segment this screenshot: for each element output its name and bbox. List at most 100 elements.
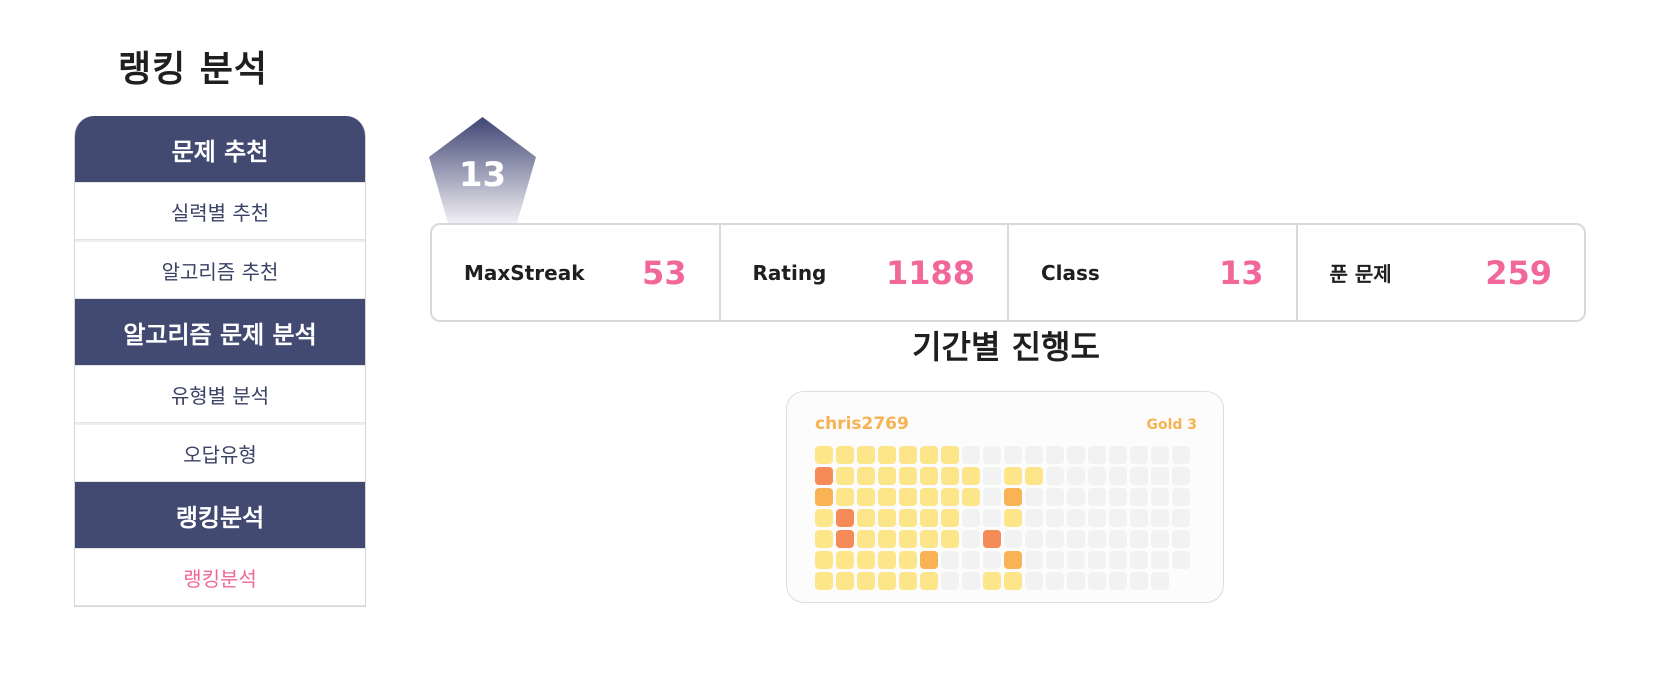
heatmap-cell bbox=[1130, 551, 1148, 569]
heatmap-cell bbox=[1025, 446, 1043, 464]
heatmap-cell bbox=[1172, 551, 1190, 569]
sidebar-header-problem-recommend: 문제 추천 bbox=[75, 116, 365, 182]
heatmap-cell bbox=[941, 530, 959, 548]
heatmap-cell bbox=[1151, 572, 1169, 590]
heatmap-cell bbox=[962, 446, 980, 464]
heatmap-cell bbox=[815, 488, 833, 506]
heatmap-cell bbox=[899, 446, 917, 464]
heatmap-cell bbox=[1004, 509, 1022, 527]
heatmap-cell bbox=[1151, 509, 1169, 527]
heatmap-cell bbox=[1088, 446, 1106, 464]
sidebar-item-algorithm-recommend[interactable]: 알고리즘 추천 bbox=[75, 240, 365, 299]
page-title: 랭킹 분석 bbox=[118, 49, 269, 90]
stat-label: Class bbox=[1041, 260, 1100, 285]
heatmap-cell bbox=[941, 488, 959, 506]
heatmap-cell bbox=[1130, 488, 1148, 506]
heatmap-cell bbox=[962, 572, 980, 590]
stat-value: 259 bbox=[1485, 253, 1552, 292]
heatmap-cell bbox=[1172, 530, 1190, 548]
heatmap-cell bbox=[815, 467, 833, 485]
heatmap-cell bbox=[941, 446, 959, 464]
stat-solved-problems: 푼 문제 259 bbox=[1298, 225, 1585, 320]
heatmap-cell bbox=[878, 530, 896, 548]
sidebar-header-ranking-analysis: 랭킹분석 bbox=[75, 482, 365, 548]
heatmap-cell bbox=[1109, 551, 1127, 569]
heatmap-cell bbox=[1109, 467, 1127, 485]
heatmap-cell bbox=[878, 572, 896, 590]
heatmap-cell bbox=[878, 488, 896, 506]
heatmap-cell bbox=[878, 509, 896, 527]
heatmap-cell bbox=[920, 446, 938, 464]
heatmap-cell bbox=[941, 551, 959, 569]
stat-value: 13 bbox=[1218, 253, 1264, 292]
heatmap-cell bbox=[1109, 509, 1127, 527]
heatmap-cell bbox=[857, 551, 875, 569]
heatmap-cell bbox=[899, 572, 917, 590]
stat-label: Rating bbox=[752, 260, 827, 285]
heatmap-cell bbox=[815, 530, 833, 548]
heatmap-cell bbox=[1172, 467, 1190, 485]
heatmap-cell bbox=[1088, 488, 1106, 506]
heatmap-cell bbox=[920, 551, 938, 569]
sidebar-item-skill-recommend[interactable]: 실력별 추천 bbox=[75, 182, 365, 240]
heatmap-cell bbox=[983, 530, 1001, 548]
heatmap-cell bbox=[1130, 572, 1148, 590]
stat-label: MaxStreak bbox=[464, 260, 585, 285]
heatmap-cell bbox=[836, 572, 854, 590]
heatmap-cell bbox=[1067, 572, 1085, 590]
heatmap-cell bbox=[857, 530, 875, 548]
heatmap-cell bbox=[1067, 509, 1085, 527]
heatmap-cell bbox=[1109, 572, 1127, 590]
heatmap-cell bbox=[1046, 446, 1064, 464]
heatmap-cell bbox=[1109, 530, 1127, 548]
sidebar-item-ranking-analysis[interactable]: 랭킹분석 bbox=[75, 548, 365, 606]
heatmap-cell bbox=[857, 488, 875, 506]
stat-rating: Rating 1188 bbox=[721, 225, 1009, 320]
heatmap-cell bbox=[1046, 467, 1064, 485]
heatmap-cell bbox=[815, 572, 833, 590]
stats-bar: MaxStreak 53 Rating 1188 Class 13 푼 문제 2… bbox=[430, 223, 1586, 322]
heatmap-cell bbox=[962, 551, 980, 569]
heatmap-cell bbox=[1046, 509, 1064, 527]
progress-card: chris2769 Gold 3 bbox=[786, 391, 1224, 603]
heatmap-cell bbox=[899, 509, 917, 527]
heatmap-cell bbox=[1004, 488, 1022, 506]
heatmap-cell bbox=[878, 467, 896, 485]
heatmap-cell bbox=[1130, 446, 1148, 464]
heatmap-cell bbox=[1088, 509, 1106, 527]
heatmap-cell bbox=[1067, 446, 1085, 464]
heatmap-cell bbox=[920, 488, 938, 506]
heatmap-cell bbox=[1067, 530, 1085, 548]
sidebar-item-type-analysis[interactable]: 유형별 분석 bbox=[75, 365, 365, 423]
heatmap-cell bbox=[1004, 551, 1022, 569]
heatmap-cell bbox=[1130, 467, 1148, 485]
heatmap-cell bbox=[815, 446, 833, 464]
card-username: chris2769 bbox=[815, 414, 909, 434]
heatmap-cell bbox=[836, 530, 854, 548]
heatmap-cell bbox=[962, 488, 980, 506]
heatmap-cell bbox=[899, 467, 917, 485]
heatmap-cell bbox=[1004, 446, 1022, 464]
heatmap-cell bbox=[878, 446, 896, 464]
heatmap-cell bbox=[1067, 467, 1085, 485]
heatmap-cell bbox=[1109, 488, 1127, 506]
heatmap-cell bbox=[1046, 530, 1064, 548]
sidebar-item-wrong-answer-type[interactable]: 오답유형 bbox=[75, 423, 365, 482]
heatmap-cell bbox=[920, 530, 938, 548]
stat-value: 53 bbox=[641, 253, 687, 292]
heatmap-cell bbox=[899, 551, 917, 569]
heatmap-cell bbox=[857, 572, 875, 590]
class-badge-value: 13 bbox=[458, 155, 507, 195]
heatmap-cell bbox=[857, 509, 875, 527]
heatmap-cell bbox=[1151, 446, 1169, 464]
heatmap-cell bbox=[878, 551, 896, 569]
heatmap-cell bbox=[857, 467, 875, 485]
heatmap-cell bbox=[899, 488, 917, 506]
heatmap-cell bbox=[836, 551, 854, 569]
heatmap-cell bbox=[920, 467, 938, 485]
heatmap-cell bbox=[983, 572, 1001, 590]
heatmap-cell bbox=[1046, 572, 1064, 590]
heatmap-cell bbox=[962, 530, 980, 548]
heatmap-cell bbox=[1151, 488, 1169, 506]
heatmap-cell bbox=[1172, 446, 1190, 464]
